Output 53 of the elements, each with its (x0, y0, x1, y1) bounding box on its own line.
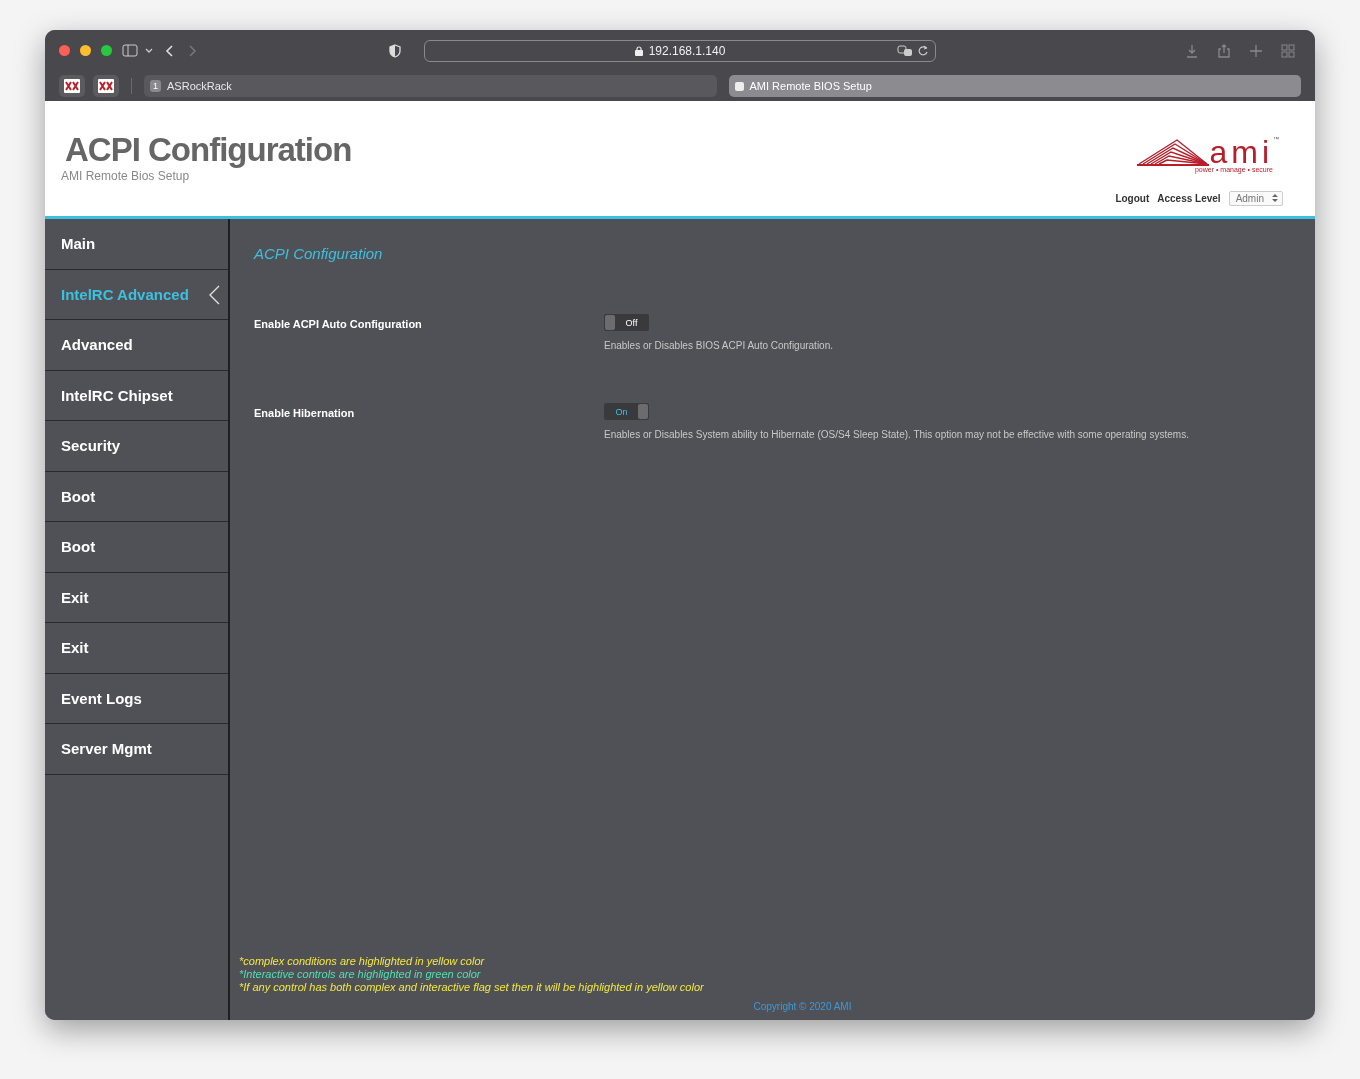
x-logo-icon (64, 79, 80, 93)
chevron-left-icon (208, 284, 220, 305)
tab-group-badge: 1 (150, 80, 161, 92)
shield-icon[interactable] (388, 43, 402, 58)
toggle-switch[interactable]: On (604, 403, 649, 420)
x-logo-icon (98, 79, 114, 93)
setting-description: Enables or Disables BIOS ACPI Auto Configuration. (604, 340, 833, 351)
browser-tab[interactable]: 1 ASRockRack (144, 75, 717, 97)
zoom-window-button[interactable] (101, 45, 112, 56)
page-title: ACPI Configuration (65, 131, 352, 169)
setting-description: Enables or Disables System ability to Hibernate (OS/S4 Sleep State). This option may not be effective with some operating systems. (604, 429, 1189, 440)
sidebar-item[interactable]: Boot (45, 522, 228, 573)
minimize-window-button[interactable] (80, 45, 91, 56)
sidebar-item[interactable]: IntelRC Advanced (45, 269, 228, 320)
pinned-tab[interactable] (93, 75, 119, 97)
sidebar-item[interactable]: Exit (45, 572, 228, 623)
translate-icon[interactable] (897, 43, 913, 58)
new-tab-icon[interactable] (1249, 43, 1263, 58)
setting-label: Enable ACPI Auto Configuration (254, 317, 423, 332)
sidebar-toggle-icon[interactable] (122, 43, 154, 58)
legend-note: *Interactive controls are highlighted in green color (239, 968, 482, 980)
toggle-switch[interactable]: Off (604, 314, 649, 331)
reload-icon[interactable] (917, 43, 929, 58)
section-heading: ACPI Configuration (254, 245, 384, 262)
copyright-text: Copyright © 2020 AMI (753, 1001, 852, 1012)
lock-icon (634, 45, 643, 56)
access-level-label: Access Level (1157, 193, 1221, 204)
access-level-select[interactable]: Admin (1228, 191, 1283, 206)
sidebar-item[interactable]: Main (45, 219, 228, 270)
logout-link[interactable]: Logout (1115, 193, 1150, 204)
setting-label: Enable Hibernation (254, 406, 356, 421)
tab-title: AMI Remote BIOS Setup (749, 80, 872, 92)
logo-wordmark: ami (1209, 138, 1273, 166)
close-window-button[interactable] (59, 45, 70, 56)
updown-caret-icon (1272, 193, 1278, 203)
legend-note: *If any control has both complex and interactive flag set then it will be highlighted in yellow color (239, 981, 705, 993)
legend-note: *complex conditions are highlighted in yellow color (239, 955, 486, 967)
sidebar-item[interactable]: Security (45, 421, 228, 472)
sidebar-item[interactable]: Boot (45, 471, 228, 522)
share-icon[interactable] (1217, 43, 1231, 58)
tab-overview-icon[interactable] (1281, 43, 1295, 58)
sidebar-item[interactable]: IntelRC Chipset (45, 370, 228, 421)
pinned-tab[interactable] (59, 75, 85, 97)
download-icon[interactable] (1185, 43, 1199, 58)
sidebar-item[interactable]: Advanced (45, 320, 228, 371)
tab-title: ASRockRack (167, 80, 232, 92)
address-bar[interactable]: 192.168.1.140 (424, 39, 936, 62)
sidebar-item[interactable]: Server Mgmt (45, 724, 228, 775)
favicon-icon (734, 81, 744, 91)
sidebar-item[interactable]: Exit (45, 623, 228, 674)
page-subtitle: AMI Remote Bios Setup (61, 169, 191, 183)
sidebar-item[interactable]: Event Logs (45, 673, 228, 724)
pyramid-logo-icon (1137, 136, 1210, 166)
